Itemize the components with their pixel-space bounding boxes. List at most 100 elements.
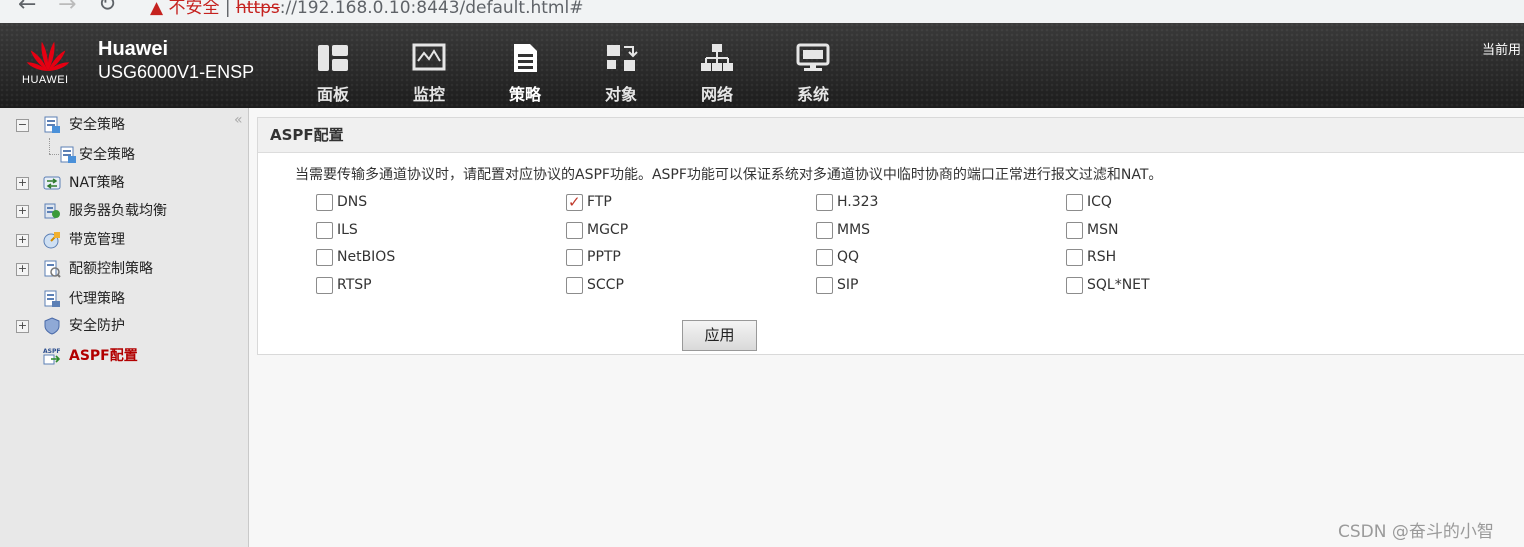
- protocol-checkbox[interactable]: ✓: [1066, 249, 1083, 266]
- policy-doc-icon: [60, 146, 76, 163]
- logo-text: HUAWEI: [22, 74, 69, 86]
- collapse-sidebar-icon[interactable]: «: [234, 112, 243, 128]
- sidebar-item-label: 安全策略: [79, 147, 135, 163]
- expand-node-icon[interactable]: +: [16, 177, 29, 190]
- brand-block: Huawei USG6000V1-ENSP: [98, 37, 254, 83]
- security-warning-text: 不安全: [168, 0, 220, 18]
- apply-button[interactable]: 应用: [682, 320, 757, 351]
- browser-address-bar: ← → ↻ ▲ 不安全 | https://192.168.0.10:8443/…: [0, 0, 1524, 24]
- protocol-checkbox-label: RSH: [1087, 249, 1117, 265]
- network-icon: [701, 44, 733, 71]
- dashboard-icon: [318, 45, 348, 71]
- nat-icon: [43, 176, 61, 190]
- nav-label: 监控: [412, 85, 445, 104]
- svg-text:ASPF: ASPF: [43, 348, 60, 355]
- protocol-checkbox[interactable]: ✓: [816, 249, 833, 266]
- sidebar-item-aspf-config[interactable]: ASPF ASPF配置: [0, 345, 230, 367]
- protocol-checkbox-label: PPTP: [587, 249, 621, 265]
- system-icon: [796, 43, 830, 71]
- sidebar-item-label: 服务器负载均衡: [69, 203, 167, 219]
- aspf-description: 当需要传输多通道协议时，请配置对应协议的ASPF功能。ASPF功能可以保证系统对…: [295, 167, 1163, 183]
- protocol-checkbox-label: H.323: [837, 194, 879, 210]
- sidebar-item-bandwidth-management[interactable]: + 带宽管理: [0, 229, 230, 251]
- protocol-checkbox-label: RTSP: [337, 277, 372, 293]
- server-icon: [44, 203, 60, 219]
- protocol-checkbox[interactable]: ✓: [316, 249, 333, 266]
- protocol-checkbox[interactable]: ✓: [566, 193, 583, 211]
- nav-label: 策略: [508, 85, 541, 104]
- protocol-checkbox[interactable]: ✓: [566, 222, 583, 239]
- collapse-node-icon[interactable]: −: [16, 119, 29, 132]
- sidebar-item-security-policy-group[interactable]: − 安全策略: [0, 114, 230, 136]
- nav-dashboard[interactable]: 面板: [303, 43, 363, 105]
- bandwidth-icon: [43, 232, 60, 249]
- protocol-checkbox[interactable]: ✓: [316, 222, 333, 239]
- nav-network[interactable]: 网络: [687, 43, 747, 105]
- watermark: CSDN @奋斗的小智: [1338, 522, 1494, 542]
- nav-system[interactable]: 系统: [783, 43, 843, 105]
- protocol-checkbox[interactable]: ✓: [816, 194, 833, 211]
- sidebar-item-label: 安全防护: [69, 318, 125, 334]
- policy-icon: [514, 44, 537, 72]
- sidebar-item-security-protection[interactable]: + 安全防护: [0, 315, 230, 337]
- protocol-checkbox[interactable]: ✓: [816, 277, 833, 294]
- nav-monitor[interactable]: 监控: [399, 43, 459, 105]
- nav-object[interactable]: 对象: [591, 43, 651, 105]
- device-model: USG6000V1-ENSP: [98, 62, 255, 82]
- aspf-icon: ASPF: [43, 348, 60, 365]
- object-icon: [607, 45, 638, 71]
- sidebar-item-label: 带宽管理: [69, 232, 125, 248]
- protocol-checkbox[interactable]: ✓: [316, 277, 333, 294]
- expand-node-icon[interactable]: +: [16, 320, 29, 333]
- monitor-icon: [412, 43, 446, 71]
- current-user-text: 当前用: [1482, 43, 1522, 58]
- forward-icon[interactable]: →: [58, 0, 76, 17]
- warning-icon: ▲: [150, 0, 164, 18]
- protocol-checkbox-label: NetBIOS: [337, 249, 396, 265]
- sidebar-item-nat-policy[interactable]: + NAT策略: [0, 172, 230, 194]
- protocol-checkbox[interactable]: ✓: [316, 194, 333, 211]
- nav-label: 对象: [604, 85, 637, 104]
- protocol-checkbox-label: QQ: [837, 249, 860, 265]
- reload-icon[interactable]: ↻: [98, 0, 116, 17]
- protocol-checkbox-label: SCCP: [587, 277, 624, 293]
- nav-label: 面板: [316, 85, 349, 104]
- protocol-checkbox[interactable]: ✓: [566, 277, 583, 294]
- expand-node-icon[interactable]: +: [16, 234, 29, 247]
- protocol-checkbox[interactable]: ✓: [816, 222, 833, 239]
- protocol-checkbox-label: SIP: [837, 277, 859, 293]
- brand-name: Huawei: [98, 38, 169, 60]
- expand-node-icon[interactable]: +: [16, 263, 29, 276]
- protocol-checkbox-label: SQL*NET: [1087, 277, 1150, 293]
- nav-label: 系统: [796, 85, 829, 104]
- sidebar: « − 安全策略 安全策略 + NAT策略 + 服务器负载均衡 + 带宽管理 +…: [0, 108, 249, 547]
- url-field[interactable]: ▲ 不安全 | https://192.168.0.10:8443/defaul…: [150, 0, 583, 18]
- protocol-checkbox[interactable]: ✓: [1066, 277, 1083, 294]
- shield-icon: [44, 317, 60, 335]
- sidebar-item-label: 配额控制策略: [69, 261, 153, 277]
- protocol-checkbox-label: MGCP: [587, 222, 629, 238]
- policy-doc-icon: [44, 116, 60, 133]
- protocol-checkbox[interactable]: ✓: [1066, 194, 1083, 211]
- protocol-checkbox[interactable]: ✓: [566, 249, 583, 266]
- sidebar-item-label: 安全策略: [69, 117, 125, 133]
- aspf-panel: ASPF配置 当需要传输多通道协议时，请配置对应协议的ASPF功能。ASPF功能…: [257, 117, 1524, 355]
- sidebar-item-server-load-balancing[interactable]: + 服务器负载均衡: [0, 200, 230, 222]
- sidebar-item-proxy-policy[interactable]: 代理策略: [0, 288, 230, 310]
- protocol-checkbox[interactable]: ✓: [1066, 222, 1083, 239]
- panel-title: ASPF配置: [258, 118, 1524, 153]
- protocol-checkbox-label: ICQ: [1087, 194, 1112, 210]
- sidebar-item-quota-control-policy[interactable]: + 配额控制策略: [0, 258, 230, 280]
- url-scheme: https: [236, 0, 280, 18]
- main-content: ASPF配置 当需要传输多通道协议时，请配置对应协议的ASPF功能。ASPF功能…: [249, 108, 1524, 547]
- app-header: HUAWEI Huawei USG6000V1-ENSP 面板 监控 策略 对象…: [0, 23, 1524, 108]
- checkmark-icon: ✓: [568, 193, 581, 211]
- sidebar-item-label: NAT策略: [69, 175, 125, 191]
- back-icon[interactable]: ←: [18, 0, 36, 17]
- protocol-checkbox-label: ILS: [337, 222, 358, 238]
- expand-node-icon[interactable]: +: [16, 205, 29, 218]
- sidebar-item-security-policy[interactable]: 安全策略: [0, 144, 230, 166]
- protocol-checkbox-label: MSN: [1087, 222, 1119, 238]
- nav-label: 网络: [700, 85, 733, 104]
- nav-policy[interactable]: 策略: [495, 43, 555, 105]
